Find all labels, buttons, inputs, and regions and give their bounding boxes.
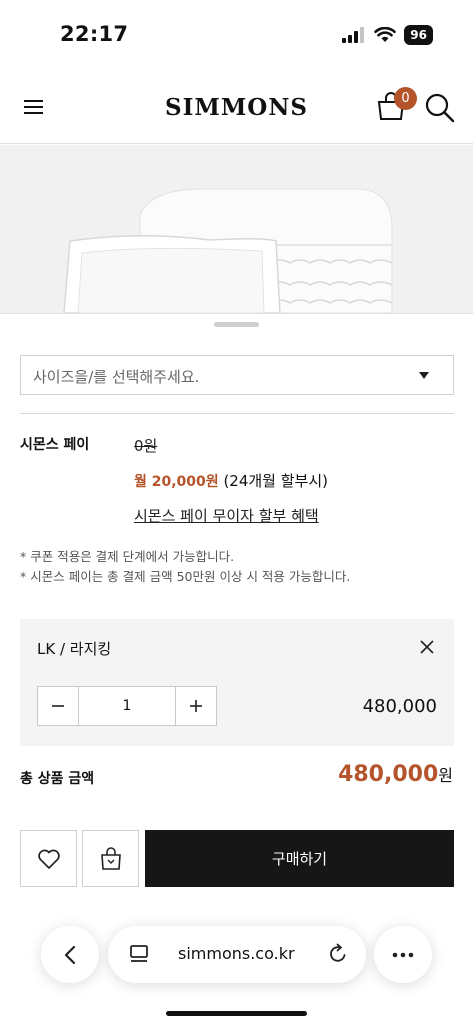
page-menu-icon[interactable] [128,943,150,965]
signal-icon [342,27,365,43]
option-price: 480,000 [362,696,437,717]
increase-quantity-button[interactable] [176,687,216,725]
home-indicator [166,1011,307,1016]
more-options-button[interactable] [374,926,432,983]
total-price-currency: 원 [438,766,453,785]
monthly-term: (24개월 할부시) [218,472,328,490]
size-select-placeholder: 사이즈을/를 선택해주세요. [33,368,200,386]
sheet-drag-handle[interactable] [214,322,259,327]
total-price-amount: 480,000 [338,762,439,787]
shopping-bag-icon [100,846,121,870]
selected-option-box: LK / 라지킹 1 480,000 [20,619,454,746]
quantity-stepper: 1 [37,686,217,726]
simmons-pay-monthly: 월 20,000원 (24개월 할부시) [134,470,328,491]
status-bar: 22:17 96 [0,0,473,70]
url-text[interactable]: simmons.co.kr [178,944,295,963]
divider [20,413,454,414]
close-icon[interactable] [419,639,435,655]
quantity-value[interactable]: 1 [78,687,176,725]
simmons-pay-label: 시몬스 페이 [20,437,90,453]
add-to-cart-button[interactable] [82,830,139,887]
plus-icon [190,700,202,712]
status-time: 22:17 [60,22,129,46]
size-select-dropdown[interactable]: 사이즈을/를 선택해주세요. [20,355,454,395]
status-icons: 96 [342,24,433,46]
pay-condition-note: * 시몬스 페이는 총 결제 금액 50만원 이상 시 적용 가능합니다. [20,569,351,584]
chevron-left-icon [64,945,76,964]
heart-icon [37,849,60,869]
decrease-quantity-button[interactable] [38,687,78,725]
minus-icon [52,705,64,707]
simmons-pay-original-price: 0원 [134,437,158,455]
browser-back-button[interactable] [41,926,99,983]
battery-indicator: 96 [404,25,433,45]
wifi-icon [374,27,397,42]
coupon-note: * 쿠폰 적용은 결제 단계에서 가능합니다. [20,549,235,564]
total-price-label: 총 상품 금액 [20,771,95,787]
total-price: 480,000원 [338,762,453,787]
selected-option-name: LK / 라지킹 [37,640,112,658]
more-dots-icon [392,952,414,957]
installment-benefit-link[interactable]: 시몬스 페이 무이자 할부 혜택 [134,505,319,526]
reload-icon[interactable] [327,943,349,965]
address-bar[interactable]: simmons.co.kr [108,926,366,983]
product-image [0,145,473,313]
browser-toolbar: simmons.co.kr [0,910,473,1024]
search-icon[interactable] [424,92,456,124]
cart-count-badge: 0 [394,87,417,110]
site-header: SIMMONS 0 [0,70,473,144]
dropdown-arrow-icon [419,372,429,379]
buy-now-button[interactable]: 구매하기 [145,830,454,887]
monthly-price: 월 20,000원 [134,474,219,490]
wishlist-button[interactable] [20,830,77,887]
